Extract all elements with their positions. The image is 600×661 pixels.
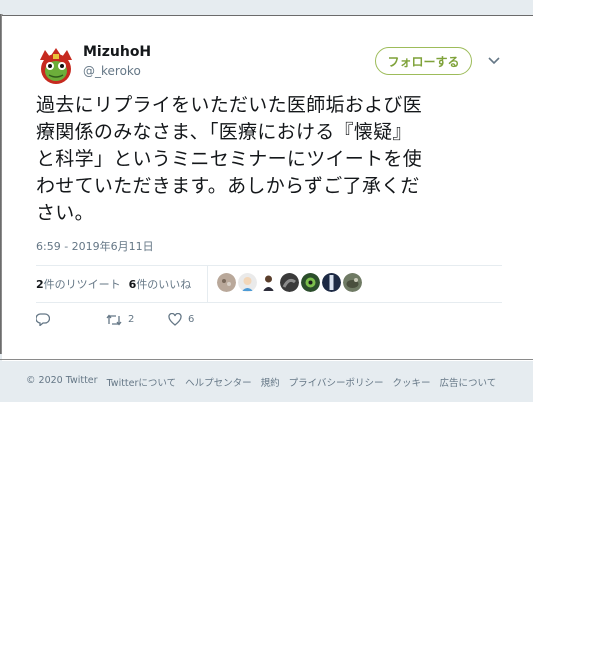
- tweet-text-line: 療関係のみなさま、「医療における『懐疑』: [36, 121, 412, 143]
- footer-copyright: © 2020 Twitter: [26, 375, 98, 386]
- liker-avatars: [217, 273, 362, 292]
- tweet-text-line: さい。: [36, 202, 94, 224]
- divider: [36, 265, 502, 266]
- footer-link-about[interactable]: Twitterについて: [107, 375, 177, 389]
- footer-link-cookies[interactable]: クッキー: [392, 375, 430, 389]
- tweet-stats: 2件のリツイート 6件のいいね: [36, 276, 191, 292]
- liker-avatar[interactable]: [217, 273, 236, 292]
- likes-stat[interactable]: 6件のいいね: [129, 276, 192, 292]
- tweet-text: 過去にリプライをいただいた医師垢および医 療関係のみなさま、「医療における『懐疑…: [36, 92, 502, 227]
- more-options-button[interactable]: [486, 54, 502, 68]
- retweet-count: 2: [128, 314, 135, 325]
- reply-icon: [36, 313, 50, 326]
- like-count: 6: [188, 314, 195, 325]
- tweet-text-line: 過去にリプライをいただいた医師垢および医: [36, 94, 423, 116]
- likes-label: 件のいいね: [136, 278, 192, 291]
- user-name[interactable]: MizuhoH: [83, 44, 151, 60]
- follow-button[interactable]: フォローする: [375, 47, 472, 75]
- divider: [36, 302, 502, 303]
- tweet-text-line: わせていただきます。あしからずご了承くだ: [36, 175, 420, 197]
- liker-avatar[interactable]: [280, 273, 299, 292]
- heart-icon: [168, 313, 182, 326]
- footer-link-terms[interactable]: 規約: [261, 375, 280, 389]
- retweets-count: 2: [36, 278, 44, 291]
- reply-button[interactable]: [36, 313, 106, 326]
- stats-separator: [207, 266, 208, 302]
- footer-divider: [0, 359, 533, 360]
- liker-avatar[interactable]: [259, 273, 278, 292]
- retweet-button[interactable]: 2: [106, 313, 168, 326]
- retweets-stat[interactable]: 2件のリツイート: [36, 276, 121, 292]
- like-button[interactable]: 6: [168, 313, 194, 326]
- retweet-icon: [106, 313, 122, 326]
- footer-link-privacy[interactable]: プライバシーポリシー: [289, 375, 384, 389]
- retweets-label: 件のリツイート: [43, 278, 121, 291]
- liker-avatar[interactable]: [322, 273, 341, 292]
- tweet-card: MizuhoH @_keroko フォローする 過去にリプライをいただいた医師垢…: [2, 15, 533, 361]
- footer-link-help[interactable]: ヘルプセンター: [185, 375, 252, 389]
- liker-avatar[interactable]: [238, 273, 257, 292]
- liker-avatar[interactable]: [301, 273, 320, 292]
- chevron-down-icon: [488, 57, 500, 65]
- tweet-text-line: と科学」というミニセミナーにツイートを使: [36, 148, 423, 170]
- footer-link-ads[interactable]: 広告について: [439, 375, 496, 389]
- tweet-timestamp[interactable]: 6:59 - 2019年6月11日: [36, 238, 154, 254]
- user-handle[interactable]: @_keroko: [83, 64, 141, 78]
- site-footer: © 2020 Twitter Twitterについて ヘルプセンター 規約 プラ…: [26, 375, 496, 389]
- tweet-actions: 2 6: [36, 313, 194, 326]
- avatar[interactable]: [36, 46, 76, 86]
- liker-avatar[interactable]: [343, 273, 362, 292]
